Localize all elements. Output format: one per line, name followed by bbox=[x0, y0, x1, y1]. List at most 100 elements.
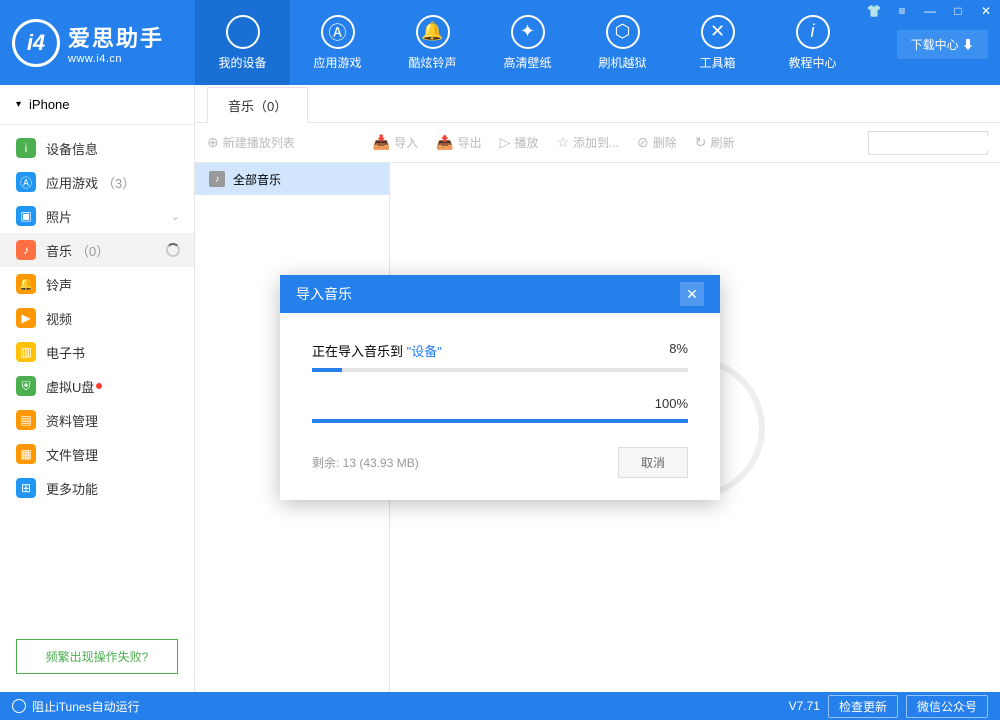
sidebar-item-video[interactable]: ▶ 视频 bbox=[0, 301, 194, 335]
nav-wallpaper[interactable]: ✦高清壁纸 bbox=[480, 0, 575, 85]
box-icon: ⬡ bbox=[606, 15, 640, 49]
photo-icon: ▣ bbox=[16, 206, 36, 226]
import-button[interactable]: 📥导入 bbox=[373, 134, 418, 151]
tab-music[interactable]: 音乐（0） bbox=[207, 87, 308, 123]
star-icon: ☆ bbox=[556, 134, 569, 151]
tools-icon: ✕ bbox=[701, 15, 735, 49]
logo-icon: i4 bbox=[12, 19, 60, 67]
window-controls: 👕 ≡ — □ ✕ bbox=[860, 0, 1000, 22]
sidebar-item-music[interactable]: ♪ 音乐 （0） bbox=[0, 233, 194, 267]
sidebar-item-book[interactable]: ▥ 电子书 bbox=[0, 335, 194, 369]
sidebar-item-label: 应用游戏 bbox=[46, 173, 98, 192]
minimize-button[interactable]: — bbox=[916, 0, 944, 22]
chevron-down-icon[interactable]: ⌄ bbox=[171, 210, 180, 223]
book-icon: ▥ bbox=[16, 342, 36, 362]
progress-2-percent: 100% bbox=[655, 396, 688, 411]
info-icon: i bbox=[16, 138, 36, 158]
export-button[interactable]: 📤导出 bbox=[436, 134, 481, 151]
delete-button[interactable]: ⊘删除 bbox=[637, 134, 677, 151]
progress-1-percent: 8% bbox=[669, 341, 688, 360]
app-header: i4 爱思助手 www.i4.cn 我的设备 Ⓐ应用游戏 🔔酷炫铃声 ✦高清壁纸… bbox=[0, 0, 1000, 85]
refresh-button[interactable]: ↻刷新 bbox=[695, 134, 735, 151]
data-icon: ▤ bbox=[16, 410, 36, 430]
sidebar-item-label: 虚拟U盘 bbox=[46, 377, 94, 396]
wallpaper-icon: ✦ bbox=[511, 15, 545, 49]
wechat-button[interactable]: 微信公众号 bbox=[906, 695, 988, 718]
sidebar-item-count: （0） bbox=[76, 241, 109, 260]
bell-icon: 🔔 bbox=[416, 15, 450, 49]
sidebar-item-label: 照片 bbox=[46, 207, 72, 226]
loading-spinner-icon bbox=[166, 243, 180, 257]
music-icon: ♪ bbox=[16, 240, 36, 260]
file-icon: ▦ bbox=[16, 444, 36, 464]
sidebar-item-label: 资料管理 bbox=[46, 411, 98, 430]
toolbar: ⊕新建播放列表 📥导入 📤导出 ▷播放 ☆添加到... ⊘删除 ↻刷新 🔍 bbox=[195, 123, 1000, 163]
nav-jailbreak[interactable]: ⬡刷机越狱 bbox=[575, 0, 670, 85]
import-status-label: 正在导入音乐到 "设备" bbox=[312, 341, 442, 360]
category-all-music[interactable]: ♪ 全部音乐 bbox=[195, 163, 389, 195]
appstore-icon: Ⓐ bbox=[321, 15, 355, 49]
refresh-icon: ↻ bbox=[695, 134, 707, 151]
search-box[interactable]: 🔍 bbox=[868, 131, 988, 155]
sidebar-item-label: 文件管理 bbox=[46, 445, 98, 464]
sidebar-item-label: 铃声 bbox=[46, 275, 72, 294]
sidebar-item-usb[interactable]: ⛨ 虚拟U盘 bbox=[0, 369, 194, 403]
maximize-button[interactable]: □ bbox=[944, 0, 972, 22]
close-button[interactable]: ✕ bbox=[972, 0, 1000, 22]
cancel-button[interactable]: 取消 bbox=[618, 447, 688, 478]
sidebar: ▾ iPhone i 设备信息 Ⓐ 应用游戏 （3） ▣ 照片 ⌄ ♪ 音乐 （… bbox=[0, 85, 195, 692]
sidebar-item-app[interactable]: Ⓐ 应用游戏 （3） bbox=[0, 165, 194, 199]
sidebar-item-label: 视频 bbox=[46, 309, 72, 328]
tshirt-icon[interactable]: 👕 bbox=[860, 0, 888, 22]
apple-icon bbox=[226, 15, 260, 49]
sidebar-item-label: 电子书 bbox=[46, 343, 85, 362]
ring-icon: 🔔 bbox=[16, 274, 36, 294]
info-icon: i bbox=[796, 15, 830, 49]
app-title: 爱思助手 bbox=[68, 21, 164, 53]
music-note-icon: ♪ bbox=[209, 171, 225, 187]
nav-tabs: 我的设备 Ⓐ应用游戏 🔔酷炫铃声 ✦高清壁纸 ⬡刷机越狱 ✕工具箱 i教程中心 bbox=[195, 0, 860, 85]
help-link[interactable]: 频繁出现操作失败? bbox=[16, 639, 178, 674]
notification-dot-icon bbox=[96, 383, 102, 389]
nav-tutorials[interactable]: i教程中心 bbox=[765, 0, 860, 85]
nav-ringtones[interactable]: 🔔酷炫铃声 bbox=[385, 0, 480, 85]
nav-my-device[interactable]: 我的设备 bbox=[195, 0, 290, 85]
sidebar-item-ring[interactable]: 🔔 铃声 bbox=[0, 267, 194, 301]
download-center-button[interactable]: 下载中心 ⬇ bbox=[897, 30, 988, 59]
circle-icon bbox=[12, 699, 26, 713]
video-icon: ▶ bbox=[16, 308, 36, 328]
sidebar-item-photo[interactable]: ▣ 照片 ⌄ bbox=[0, 199, 194, 233]
modal-close-button[interactable]: ✕ bbox=[680, 282, 704, 306]
add-to-button[interactable]: ☆添加到... bbox=[556, 134, 619, 151]
device-name: iPhone bbox=[29, 97, 69, 112]
nav-toolbox[interactable]: ✕工具箱 bbox=[670, 0, 765, 85]
nav-apps[interactable]: Ⓐ应用游戏 bbox=[290, 0, 385, 85]
status-bar: 阻止iTunes自动运行 V7.71 检查更新 微信公众号 bbox=[0, 692, 1000, 720]
progress-bar-2 bbox=[312, 419, 688, 423]
new-playlist-button[interactable]: ⊕新建播放列表 bbox=[207, 134, 295, 151]
chevron-down-icon: ▾ bbox=[16, 99, 21, 110]
more-icon: ⊞ bbox=[16, 478, 36, 498]
sidebar-item-info[interactable]: i 设备信息 bbox=[0, 131, 194, 165]
version-label: V7.71 bbox=[789, 699, 820, 713]
logo-area: i4 爱思助手 www.i4.cn bbox=[0, 19, 195, 67]
play-icon: ▷ bbox=[500, 134, 511, 151]
itunes-block-toggle[interactable]: 阻止iTunes自动运行 bbox=[12, 698, 140, 715]
sidebar-item-label: 更多功能 bbox=[46, 479, 98, 498]
sidebar-item-count: （3） bbox=[102, 173, 135, 192]
sidebar-item-file[interactable]: ▦ 文件管理 bbox=[0, 437, 194, 471]
usb-icon: ⛨ bbox=[16, 376, 36, 396]
device-header[interactable]: ▾ iPhone bbox=[0, 85, 194, 125]
sidebar-item-label: 设备信息 bbox=[46, 139, 98, 158]
check-update-button[interactable]: 检查更新 bbox=[828, 695, 898, 718]
import-icon: 📥 bbox=[373, 134, 390, 151]
search-input[interactable] bbox=[875, 136, 1000, 150]
modal-title: 导入音乐 bbox=[296, 284, 352, 304]
sidebar-item-more[interactable]: ⊞ 更多功能 bbox=[0, 471, 194, 505]
sidebar-item-data[interactable]: ▤ 资料管理 bbox=[0, 403, 194, 437]
play-button[interactable]: ▷播放 bbox=[500, 134, 539, 151]
import-modal: 导入音乐 ✕ 正在导入音乐到 "设备" 8% 100% 剩余: 13 (43.9… bbox=[280, 275, 720, 500]
remaining-label: 剩余: 13 (43.93 MB) bbox=[312, 454, 618, 471]
app-icon: Ⓐ bbox=[16, 172, 36, 192]
menu-icon[interactable]: ≡ bbox=[888, 0, 916, 22]
